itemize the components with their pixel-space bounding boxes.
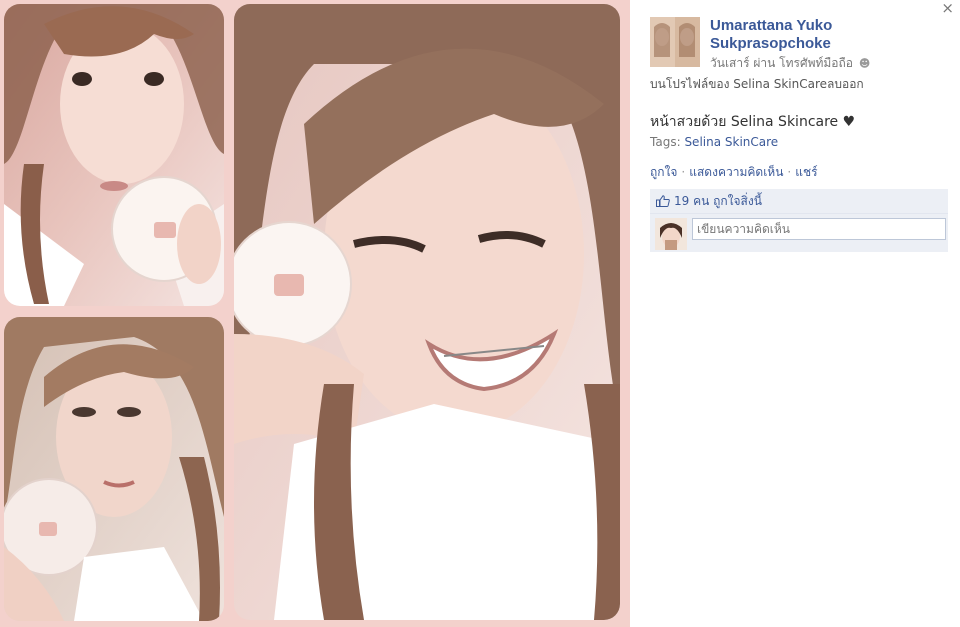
posted-on-profile: บนโปรไฟล์ของ Selina SkinCareลบออก	[650, 77, 864, 91]
photo-bottom-left[interactable]	[4, 317, 224, 621]
viewer-avatar	[655, 218, 687, 250]
separator: ·	[787, 165, 792, 179]
photo-top-left[interactable]	[4, 4, 224, 306]
likes-row[interactable]: 19 คน ถูกใจสิ่งนี้	[650, 189, 948, 214]
comment-link[interactable]: แสดงความคิดเห็น	[689, 165, 783, 179]
post-sidebar: Umarattana Yuko Sukprasopchoke วันเสาร์ …	[650, 17, 948, 252]
tags-label: Tags:	[650, 135, 681, 149]
comment-input[interactable]: เขียนความคิดเห็น	[692, 218, 946, 240]
thumbs-up-icon	[656, 195, 670, 207]
close-icon[interactable]: ×	[941, 0, 954, 16]
people-icon: ☻	[858, 57, 871, 70]
post-time-source: วันเสาร์ ผ่าน โทรศัพท์มือถือ	[710, 56, 853, 70]
photo-large-right[interactable]	[234, 4, 620, 620]
share-link[interactable]: แชร์	[795, 165, 817, 179]
like-link[interactable]: ถูกใจ	[650, 165, 677, 179]
feedback-box: 19 คน ถูกใจสิ่งนี้ เขียนความคิดเห็น	[650, 189, 948, 252]
post-caption: หน้าสวยด้วย Selina Skincare ♥	[650, 114, 856, 130]
post-header: Umarattana Yuko Sukprasopchoke วันเสาร์ …	[650, 17, 948, 73]
likes-count[interactable]: 19 คน ถูกใจสิ่งนี้	[674, 194, 762, 208]
tag-link[interactable]: Selina SkinCare	[684, 135, 778, 149]
separator: ·	[681, 165, 686, 179]
author-name[interactable]: Umarattana Yuko Sukprasopchoke	[710, 17, 930, 53]
post-meta: วันเสาร์ ผ่าน โทรศัพท์มือถือ ☻	[710, 54, 870, 73]
post-actions: ถูกใจ · แสดงความคิดเห็น · แชร์	[650, 163, 948, 182]
post-tags: Tags: Selina SkinCare	[650, 135, 948, 149]
author-avatar[interactable]	[650, 17, 700, 67]
comment-composer: เขียนความคิดเห็น	[650, 214, 948, 252]
photo-collage[interactable]	[0, 0, 630, 627]
